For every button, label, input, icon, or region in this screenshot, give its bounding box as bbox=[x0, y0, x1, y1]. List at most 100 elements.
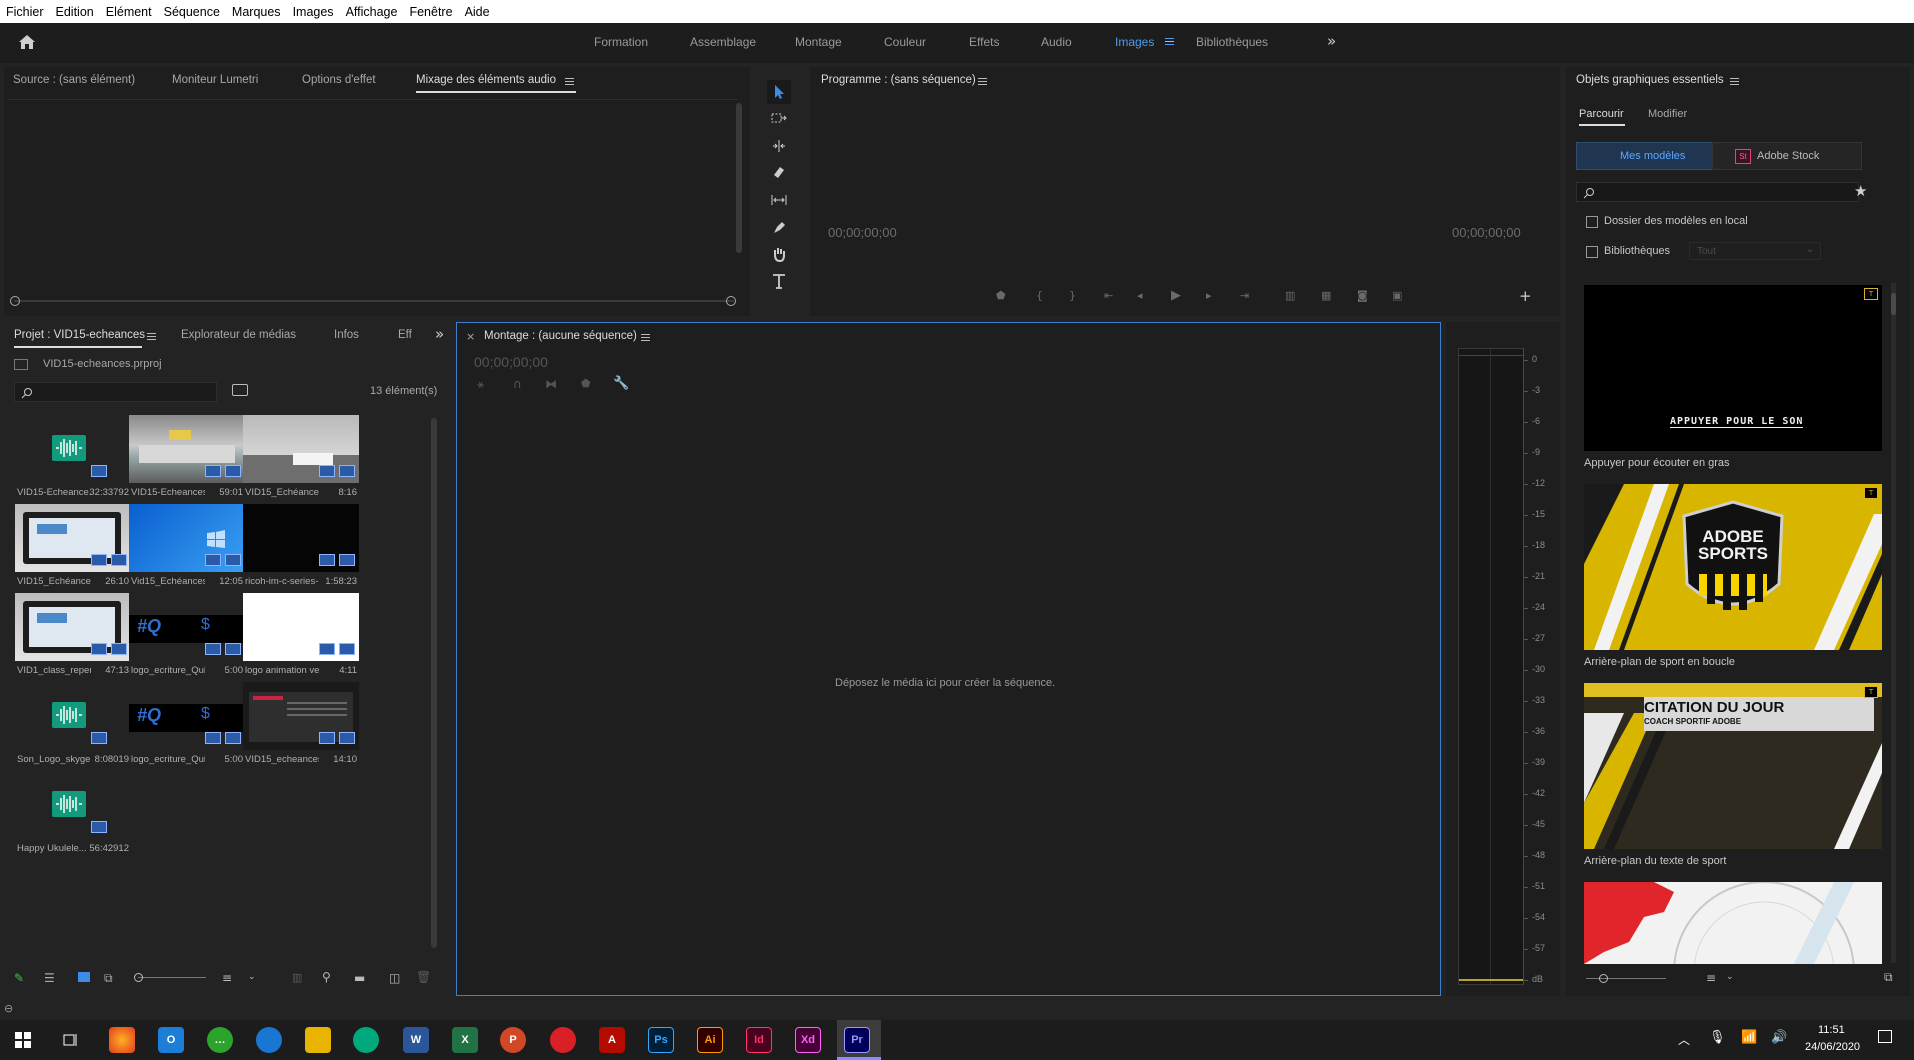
project-search-input[interactable] bbox=[14, 382, 217, 402]
acrobat-icon[interactable]: A bbox=[599, 1027, 625, 1053]
menu-marques[interactable]: Marques bbox=[226, 5, 287, 19]
icon-view-icon[interactable] bbox=[78, 972, 90, 982]
messaging-icon[interactable]: … bbox=[207, 1027, 233, 1053]
nest-sequence-icon[interactable]: ⚹ bbox=[477, 377, 484, 392]
tab-audio-clip-mixer[interactable]: Mixage des éléments audio bbox=[416, 74, 556, 86]
menu-edition[interactable]: Edition bbox=[50, 5, 100, 19]
sort-dropdown-icon[interactable]: ⌄ bbox=[248, 972, 256, 982]
sort-icon[interactable]: ≡ bbox=[1706, 971, 1716, 985]
essential-graphics-title[interactable]: Objets graphiques essentiels bbox=[1576, 74, 1724, 86]
adobe-stock-button[interactable]: St Adobe Stock bbox=[1712, 142, 1862, 170]
tab-lumetri[interactable]: Moniteur Lumetri bbox=[172, 74, 258, 86]
write-protect-icon[interactable]: ✎ bbox=[14, 971, 24, 985]
comparison-view-icon[interactable]: ▣ bbox=[1392, 289, 1402, 302]
razor-tool-icon[interactable] bbox=[767, 161, 791, 185]
workspace-menu-icon[interactable] bbox=[1165, 38, 1174, 45]
menu-affichage[interactable]: Affichage bbox=[340, 5, 404, 19]
browser-icon[interactable] bbox=[256, 1027, 282, 1053]
template-thumbnail-3[interactable]: CITATION DU JOUR COACH SPORTIF ADOBE T bbox=[1584, 683, 1882, 849]
project-item[interactable]: VID1_class_repertoi... 47:13 bbox=[15, 593, 131, 682]
close-icon[interactable]: × bbox=[466, 330, 475, 343]
lift-icon[interactable]: ▥ bbox=[1285, 289, 1295, 302]
excel-icon[interactable]: X bbox=[452, 1027, 478, 1053]
volume-icon[interactable]: 🔊 bbox=[1771, 1030, 1787, 1045]
menu-fenetre[interactable]: Fenêtre bbox=[403, 5, 458, 19]
windows-start-icon[interactable] bbox=[15, 1032, 31, 1048]
zoom-handle-left[interactable] bbox=[10, 296, 20, 306]
workspace-tab-audio[interactable]: Audio bbox=[1041, 35, 1072, 49]
menu-element[interactable]: Elément bbox=[100, 5, 158, 19]
track-select-tool-icon[interactable] bbox=[767, 107, 791, 131]
tab-edit[interactable]: Modifier bbox=[1648, 108, 1687, 120]
task-view-icon[interactable] bbox=[63, 1032, 79, 1048]
add-marker-icon[interactable]: ⬟ bbox=[996, 289, 1006, 302]
program-title[interactable]: Programme : (sans séquence) bbox=[821, 74, 976, 86]
project-item[interactable]: VID15_Echéance-Axa... 8:16 bbox=[243, 415, 359, 504]
selection-tool-icon[interactable] bbox=[767, 80, 791, 104]
mark-out-icon[interactable]: } bbox=[1069, 289, 1076, 302]
vertical-scrollbar[interactable] bbox=[736, 103, 742, 253]
panel-menu-icon[interactable] bbox=[641, 334, 650, 341]
workspace-tab-bibliotheques[interactable]: Bibliothèques bbox=[1196, 35, 1268, 49]
template-thumbnail-2[interactable]: ADOBE SPORTS T bbox=[1584, 484, 1882, 650]
project-item[interactable]: VID15_Echéance.MP4 26:10 bbox=[15, 504, 131, 593]
template-thumbnail-4[interactable] bbox=[1584, 882, 1882, 964]
project-scrollbar[interactable] bbox=[431, 418, 437, 948]
word-icon[interactable]: W bbox=[403, 1027, 429, 1053]
settings-wrench-icon[interactable]: 🔧 bbox=[613, 376, 629, 391]
thumbnail-size-handle[interactable] bbox=[1599, 974, 1608, 983]
tab-effects[interactable]: Eff bbox=[398, 329, 412, 341]
step-forward-icon[interactable]: ▸ bbox=[1206, 289, 1212, 302]
project-item[interactable]: logo animation versi... 4:11 bbox=[243, 593, 359, 682]
project-item[interactable]: ricoh-im-c-series-... 1:58:23 bbox=[243, 504, 359, 593]
menu-sequence[interactable]: Séquence bbox=[158, 5, 226, 19]
project-item[interactable]: Happy Ukulele... 56:42912 bbox=[15, 771, 131, 860]
zoom-handle-right[interactable] bbox=[726, 296, 736, 306]
freeform-view-icon[interactable]: ⧉ bbox=[104, 971, 113, 986]
type-tool-icon[interactable] bbox=[767, 269, 791, 293]
workspace-tab-assemblage[interactable]: Assemblage bbox=[690, 35, 756, 49]
new-bin-icon[interactable]: ▬ bbox=[354, 971, 365, 985]
linked-selection-icon[interactable]: ⧓ bbox=[545, 377, 557, 391]
template-search-input[interactable] bbox=[1576, 182, 1859, 202]
new-bin-from-search-icon[interactable] bbox=[232, 384, 248, 396]
timeline-title[interactable]: Montage : (aucune séquence) bbox=[484, 330, 637, 342]
photoshop-icon[interactable]: Ps bbox=[648, 1027, 674, 1053]
tab-media-browser[interactable]: Explorateur de médias bbox=[181, 329, 296, 341]
sort-icon[interactable]: ≡ bbox=[222, 971, 232, 985]
notifications-icon[interactable] bbox=[1878, 1030, 1892, 1043]
zoom-scrollbar[interactable] bbox=[14, 300, 734, 302]
outlook-icon[interactable]: O bbox=[158, 1027, 184, 1053]
timeline-timecode[interactable]: 00;00;00;00 bbox=[474, 354, 548, 370]
snap-icon[interactable]: ∩ bbox=[513, 377, 522, 391]
project-item[interactable]: Son_Logo_skyge... 8:08019 bbox=[15, 682, 131, 771]
menu-images[interactable]: Images bbox=[287, 5, 340, 19]
menu-aide[interactable]: Aide bbox=[459, 5, 496, 19]
mark-in-icon[interactable]: { bbox=[1036, 289, 1043, 302]
panel-menu-icon[interactable] bbox=[147, 333, 156, 340]
menu-fichier[interactable]: Fichier bbox=[0, 5, 50, 19]
illustrator-icon[interactable]: Ai bbox=[697, 1027, 723, 1053]
tab-source[interactable]: Source : (sans élément) bbox=[13, 74, 135, 86]
firefox-icon[interactable] bbox=[109, 1027, 135, 1053]
play-icon[interactable]: ▶ bbox=[1171, 288, 1181, 303]
step-back-icon[interactable]: ◂ bbox=[1137, 289, 1143, 302]
new-template-icon[interactable]: ⧉ bbox=[1884, 970, 1893, 985]
workspace-tab-formation[interactable]: Formation bbox=[594, 35, 648, 49]
project-item[interactable]: #Q$logo_ecriture_QuickS...5:00 bbox=[129, 682, 245, 771]
xd-icon[interactable]: Xd bbox=[795, 1027, 821, 1053]
project-item[interactable]: VID15_echeances_... 14:10 bbox=[243, 682, 359, 771]
microphone-icon[interactable]: 🎙 bbox=[1709, 1030, 1726, 1045]
workspace-tab-couleur[interactable]: Couleur bbox=[884, 35, 926, 49]
go-to-out-icon[interactable]: ⇥ bbox=[1240, 289, 1249, 302]
zoom-slider-handle[interactable] bbox=[134, 973, 143, 982]
hand-tool-icon[interactable] bbox=[767, 242, 791, 266]
templates-scrollbar[interactable] bbox=[1891, 283, 1896, 963]
panel-menu-icon[interactable] bbox=[1730, 78, 1739, 85]
new-item-icon[interactable]: ◫ bbox=[389, 971, 400, 985]
export-frame-icon[interactable]: ◙ bbox=[1357, 289, 1368, 302]
workspace-tab-montage[interactable]: Montage bbox=[795, 35, 842, 49]
premiere-pro-icon[interactable]: Pr bbox=[844, 1027, 870, 1053]
local-templates-checkbox[interactable] bbox=[1586, 216, 1598, 228]
workspace-tab-images[interactable]: Images bbox=[1115, 35, 1154, 49]
